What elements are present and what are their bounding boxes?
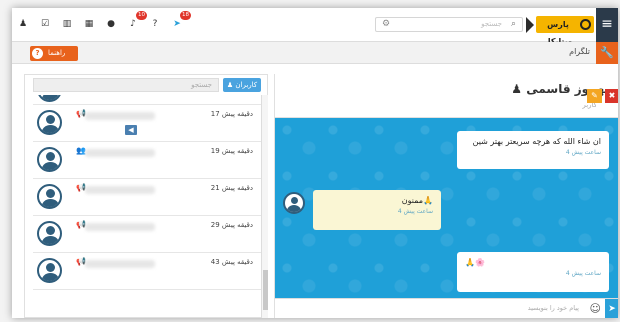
message-time: 4 ساعت پیش bbox=[565, 270, 601, 277]
contact-time: 21 دقیقه پیش bbox=[210, 184, 253, 192]
message-bubble-in: ممنون🙏 4 ساعت پیش bbox=[313, 190, 441, 230]
scrollbar-thumb[interactable] bbox=[263, 270, 268, 310]
contacts-list: 📢 ◀ 17 دقیقه پیش 👥 19 دقیقه پیش 📢 21 دقی… bbox=[33, 95, 261, 290]
forward-icon[interactable]: ◀ bbox=[125, 125, 137, 135]
avatar bbox=[37, 258, 62, 283]
contacts-search-placeholder: جستجو bbox=[191, 81, 212, 89]
emoji-icon[interactable]: ☺ bbox=[590, 302, 601, 315]
brand-logo[interactable]: پارس ویتایکار bbox=[536, 16, 594, 46]
help-label: راهنما bbox=[48, 49, 66, 57]
list-item[interactable]: 📢 29 دقیقه پیش bbox=[33, 216, 261, 253]
avatar bbox=[37, 147, 62, 172]
contact-time: 43 دقیقه پیش bbox=[210, 258, 253, 266]
send-icon[interactable]: ➤ bbox=[605, 299, 618, 318]
top-icons: ♟ ☑ ▥ ▦ ● ♪ 10 ? ➤ 18 bbox=[15, 11, 191, 32]
help-button[interactable]: ? راهنما bbox=[30, 46, 78, 61]
wrench-icon: 🔧 bbox=[596, 42, 618, 64]
settings-icon[interactable]: ⚙ bbox=[382, 17, 392, 32]
contact-name-redacted bbox=[85, 223, 155, 231]
message-bubble-out: ان شاء الله که هرچه سریعتر بهتر شین 4 سا… bbox=[457, 131, 609, 169]
users-button-label: کاربران bbox=[235, 81, 258, 89]
search-icon[interactable]: ⌕ bbox=[511, 19, 516, 29]
delete-button[interactable]: ✖ bbox=[605, 89, 618, 103]
contacts-toolbar: جستجو ♟ کاربران bbox=[33, 78, 261, 92]
question-icon: ? bbox=[32, 48, 43, 59]
contact-name-redacted bbox=[85, 186, 155, 194]
app-window: ≡ پارس ویتایکار جستجو ⌕ ⚙ ♟ ☑ ▥ ▦ ● ♪10 … bbox=[12, 8, 618, 318]
page-title: تلگرام bbox=[569, 47, 590, 56]
message-bubble-out: 🙏🌸 4 ساعت پیش bbox=[457, 252, 609, 292]
contact-name-redacted bbox=[85, 260, 155, 268]
user-icon[interactable]: ♟ bbox=[15, 16, 31, 32]
contacts-search-input[interactable]: جستجو bbox=[33, 78, 219, 92]
menu-icon[interactable]: ≡ bbox=[596, 8, 618, 42]
message-time: 4 ساعت پیش bbox=[565, 149, 601, 156]
top-search-input[interactable]: جستجو ⌕ bbox=[375, 17, 523, 32]
message-text: 🙏🌸 bbox=[465, 258, 485, 267]
bell-icon[interactable]: ♪ 10 bbox=[125, 11, 147, 32]
list-item[interactable] bbox=[33, 95, 261, 105]
brand-arrow-icon bbox=[526, 17, 534, 33]
avatar bbox=[37, 110, 62, 135]
avatar bbox=[37, 221, 62, 246]
contacts-scrollbar[interactable] bbox=[261, 95, 268, 318]
telegram-badge: 18 bbox=[180, 11, 191, 20]
message-text: ممنون🙏 bbox=[401, 196, 433, 205]
circle-icon[interactable]: ● bbox=[103, 16, 119, 32]
top-search-placeholder: جستجو bbox=[481, 20, 502, 28]
telegram-icon[interactable]: ➤ 18 bbox=[169, 11, 191, 32]
edit-button[interactable]: ✎ bbox=[587, 89, 602, 103]
bar-chart-icon[interactable]: ▥ bbox=[59, 16, 75, 32]
calendar-icon[interactable]: ▦ bbox=[81, 16, 97, 32]
message-input-placeholder: پیام خود را بنویسید bbox=[527, 304, 579, 312]
checkbox-icon[interactable]: ☑ bbox=[37, 16, 53, 32]
list-item[interactable]: 📢 ◀ 17 دقیقه پیش bbox=[33, 105, 261, 142]
chat-messages: ان شاء الله که هرچه سریعتر بهتر شین 4 سا… bbox=[275, 118, 618, 298]
sub-bar: 🔧 تلگرام ? راهنما bbox=[12, 42, 618, 64]
contact-time: 29 دقیقه پیش bbox=[210, 221, 253, 229]
users-button[interactable]: ♟ کاربران bbox=[223, 78, 261, 92]
contacts-panel: جستجو ♟ کاربران 📢 ◀ 17 دقیقه پیش 👥 19 دق… bbox=[24, 74, 268, 318]
contact-time: 19 دقیقه پیش bbox=[210, 147, 253, 155]
bell-badge: 10 bbox=[136, 11, 147, 20]
message-text: ان شاء الله که هرچه سریعتر بهتر شین bbox=[472, 137, 601, 146]
avatar bbox=[37, 184, 62, 209]
contact-name-redacted bbox=[85, 149, 155, 157]
contact-time: 17 دقیقه پیش bbox=[210, 110, 253, 118]
list-item[interactable]: 📢 43 دقیقه پیش bbox=[33, 253, 261, 290]
list-item[interactable]: 👥 19 دقیقه پیش bbox=[33, 142, 261, 179]
avatar bbox=[37, 95, 62, 102]
message-time: 4 ساعت پیش bbox=[397, 208, 433, 215]
chat-avatar bbox=[283, 192, 305, 214]
help-icon[interactable]: ? bbox=[147, 16, 163, 32]
message-input[interactable]: پیام خود را بنویسید ☺ ➤ bbox=[275, 298, 618, 318]
chat-header: ♟ بهروز قاسمی کاربر ✎ ✖ bbox=[275, 74, 618, 118]
chat-panel: ♟ بهروز قاسمی کاربر ✎ ✖ ان شاء الله که ه… bbox=[274, 74, 618, 318]
contact-name-redacted bbox=[85, 112, 155, 120]
brand-logo-icon bbox=[580, 19, 591, 30]
list-item[interactable]: 📢 21 دقیقه پیش bbox=[33, 179, 261, 216]
top-bar: ≡ پارس ویتایکار جستجو ⌕ ⚙ ♟ ☑ ▥ ▦ ● ♪10 … bbox=[12, 8, 618, 46]
